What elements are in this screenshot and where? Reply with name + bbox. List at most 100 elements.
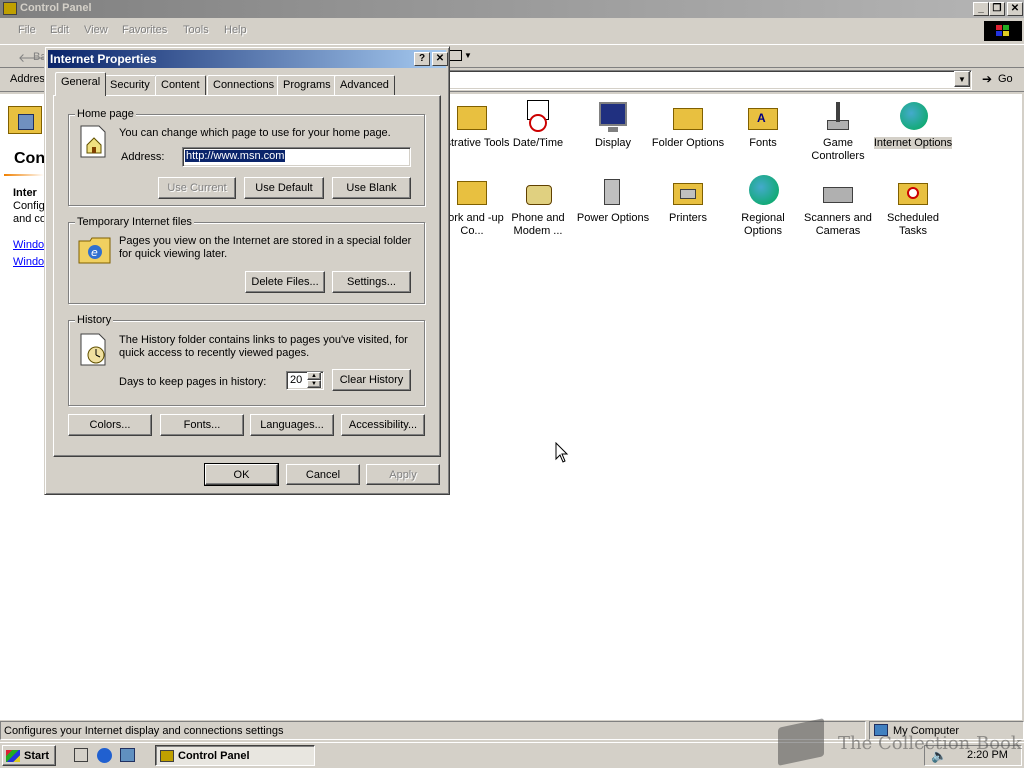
panel-link-2[interactable]: Windo bbox=[13, 256, 44, 268]
watermark-text: The Collection Book bbox=[838, 733, 1022, 754]
icon-fonts[interactable]: A Fonts bbox=[723, 100, 803, 150]
icon-date-time[interactable]: Date/Time bbox=[498, 100, 578, 150]
home-page-description: You can change which page to use for you… bbox=[119, 127, 391, 139]
tab-programs[interactable]: Programs bbox=[277, 75, 337, 95]
colors-button[interactable]: Colors... bbox=[68, 414, 152, 436]
taskbar-button-control-panel[interactable]: Control Panel bbox=[155, 745, 315, 766]
show-desktop-icon[interactable] bbox=[74, 748, 88, 762]
delete-files-button[interactable]: Delete Files... bbox=[245, 271, 325, 293]
minimize-button[interactable]: _ bbox=[973, 2, 989, 16]
go-button[interactable]: Go bbox=[998, 73, 1013, 85]
help-button[interactable]: ? bbox=[414, 52, 430, 66]
dialog-close-button[interactable]: ✕ bbox=[432, 52, 448, 66]
views-dropdown-arrow-icon[interactable]: ▼ bbox=[464, 51, 472, 60]
control-panel-icon bbox=[160, 749, 174, 762]
tab-general[interactable]: General bbox=[55, 72, 107, 96]
restore-button[interactable]: ❐ bbox=[989, 2, 1005, 16]
icon-power-options[interactable]: Power Options bbox=[573, 175, 653, 225]
window-titlebar[interactable]: Control Panel _ ❐ ✕ bbox=[0, 0, 1024, 18]
languages-button[interactable]: Languages... bbox=[250, 414, 334, 436]
temp-settings-button[interactable]: Settings... bbox=[332, 271, 411, 293]
home-page-address-input[interactable]: http://www.msn.com bbox=[182, 147, 411, 167]
icon-display[interactable]: Display bbox=[573, 100, 653, 150]
tab-content[interactable]: Content bbox=[155, 75, 206, 95]
address-label: Addres bbox=[10, 73, 45, 85]
icon-printers[interactable]: Printers bbox=[648, 175, 728, 225]
use-blank-button[interactable]: Use Blank bbox=[332, 177, 411, 199]
status-text-panel: Configures your Internet display and con… bbox=[0, 721, 866, 740]
icon-internet-options[interactable]: Internet Options bbox=[873, 100, 953, 150]
menu-favorites[interactable]: Favorites bbox=[122, 24, 167, 36]
scanner-icon bbox=[821, 175, 855, 209]
close-button[interactable]: ✕ bbox=[1007, 2, 1023, 16]
history-icon bbox=[80, 333, 106, 366]
control-panel-icon bbox=[3, 2, 17, 15]
internet-explorer-icon[interactable] bbox=[97, 748, 112, 763]
stepper-up-button[interactable]: ▲ bbox=[307, 372, 321, 380]
windows-logo-icon bbox=[984, 21, 1022, 41]
temp-files-description: Pages you view on the Internet are store… bbox=[119, 235, 412, 260]
taskbar-task-label: Control Panel bbox=[178, 749, 250, 762]
globe-icon bbox=[746, 175, 780, 209]
menu-view[interactable]: View bbox=[84, 24, 108, 36]
icon-folder-options[interactable]: Folder Options bbox=[648, 100, 728, 150]
address-input[interactable]: ▼ bbox=[448, 70, 972, 90]
menu-tools[interactable]: Tools bbox=[183, 24, 209, 36]
power-plug-icon bbox=[596, 175, 630, 209]
ok-button[interactable]: OK bbox=[204, 463, 279, 486]
menu-edit[interactable]: Edit bbox=[50, 24, 69, 36]
address-dropdown-button[interactable]: ▼ bbox=[954, 71, 970, 87]
home-page-icon bbox=[80, 125, 106, 158]
start-button[interactable]: Start bbox=[2, 745, 56, 766]
windows-flag-icon bbox=[6, 749, 20, 762]
icon-label: Internet Options bbox=[873, 137, 953, 149]
window-title: Control Panel bbox=[20, 2, 92, 14]
book-logo-icon bbox=[778, 718, 824, 766]
address-field-label: Address: bbox=[121, 151, 165, 163]
tab-connections[interactable]: Connections bbox=[207, 75, 281, 95]
icon-regional-options[interactable]: Regional Options bbox=[723, 175, 803, 238]
days-to-keep-stepper[interactable]: 20 ▲ ▼ bbox=[286, 371, 324, 390]
use-default-button[interactable]: Use Default bbox=[244, 177, 324, 199]
go-arrow-icon[interactable]: ➔ bbox=[982, 72, 992, 86]
icon-label: Regional Options bbox=[741, 212, 785, 237]
views-icon[interactable] bbox=[448, 50, 462, 61]
monitor-icon bbox=[596, 100, 630, 134]
tab-label: Security bbox=[110, 79, 150, 91]
stepper-down-button[interactable]: ▼ bbox=[307, 380, 321, 388]
temp-files-group: Temporary Internet files e Pages you vie… bbox=[68, 216, 425, 304]
icon-phone-modem[interactable]: Phone and Modem ... bbox=[498, 175, 578, 238]
panel-item-title: Inter bbox=[13, 187, 37, 199]
cancel-button[interactable]: Cancel bbox=[286, 464, 360, 485]
panel-desc-line1: Config bbox=[13, 200, 45, 212]
tab-label: Connections bbox=[213, 79, 275, 91]
panel-link-1[interactable]: Windo bbox=[13, 239, 44, 251]
dialog-titlebar[interactable]: Internet Properties ? ✕ bbox=[48, 50, 448, 68]
menu-file[interactable]: File bbox=[18, 24, 36, 36]
temp-internet-files-icon: e bbox=[78, 237, 111, 264]
menu-help[interactable]: Help bbox=[224, 24, 247, 36]
apply-button[interactable]: Apply bbox=[366, 464, 440, 485]
use-current-button[interactable]: Use Current bbox=[158, 177, 236, 199]
icon-game-controllers[interactable]: Game Controllers bbox=[798, 100, 878, 163]
tab-advanced[interactable]: Advanced bbox=[334, 75, 395, 95]
internet-properties-dialog: Internet Properties ? ✕ General Security… bbox=[44, 46, 450, 495]
tab-label: General bbox=[61, 76, 101, 88]
tab-panel-general: Home page You can change which page to u… bbox=[53, 95, 441, 457]
outlook-express-icon[interactable] bbox=[120, 748, 135, 762]
history-legend: History bbox=[75, 314, 114, 326]
icon-scanners-cameras[interactable]: Scanners and Cameras bbox=[798, 175, 878, 238]
admin-tools-icon bbox=[455, 100, 489, 134]
icon-scheduled-tasks[interactable]: Scheduled Tasks bbox=[873, 175, 953, 238]
clear-history-button[interactable]: Clear History bbox=[332, 369, 411, 391]
tab-security[interactable]: Security bbox=[104, 75, 156, 95]
temp-files-legend: Temporary Internet files bbox=[75, 216, 194, 228]
dialog-title: Internet Properties bbox=[50, 52, 157, 66]
accessibility-button[interactable]: Accessibility... bbox=[341, 414, 425, 436]
panel-desc-line2: and co bbox=[13, 213, 47, 225]
calendar-clock-icon bbox=[521, 100, 555, 134]
start-label: Start bbox=[24, 749, 50, 762]
address-value: http://www.msn.com bbox=[185, 150, 286, 162]
fonts-button[interactable]: Fonts... bbox=[160, 414, 244, 436]
heading-divider bbox=[4, 174, 44, 176]
